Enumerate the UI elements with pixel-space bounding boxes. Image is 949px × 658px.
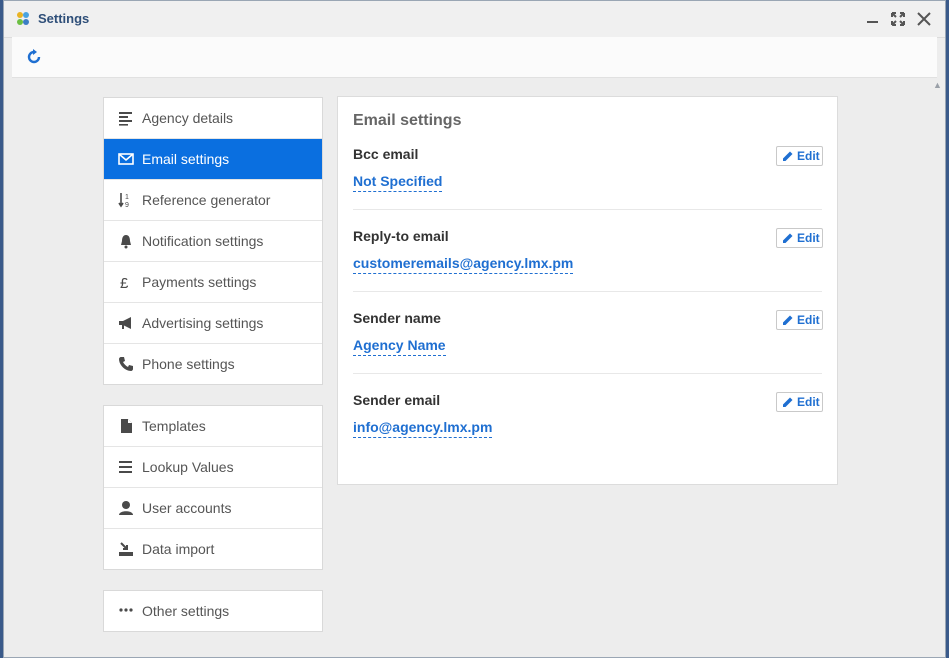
menu-item-label: User accounts (142, 500, 232, 516)
edit-label: Edit (797, 395, 820, 409)
menu-item-advertising-settings[interactable]: Advertising settings (104, 303, 322, 344)
menu-item-templates[interactable]: Templates (104, 406, 322, 447)
field-value[interactable]: Not Specified (353, 173, 443, 192)
menu-item-label: Reference generator (142, 192, 271, 208)
toolbar (12, 37, 937, 78)
pound-icon: £ (120, 275, 129, 290)
svg-text:9: 9 (125, 202, 129, 208)
maximize-button[interactable] (888, 9, 908, 29)
scroll-up-arrow[interactable]: ▲ (933, 81, 942, 90)
import-icon (119, 542, 133, 556)
edit-label: Edit (797, 231, 820, 245)
field-sender-name: Sender name Agency Name Edit (353, 310, 823, 392)
field-value[interactable]: customeremails@agency.lmx.pm (353, 255, 574, 274)
pencil-icon (783, 397, 793, 407)
app-logo-icon (17, 12, 29, 25)
title-bar: Settings (4, 1, 945, 38)
phone-icon (119, 357, 133, 371)
menu-item-notification-settings[interactable]: Notification settings (104, 221, 322, 262)
menu-group-other: Other settings (103, 590, 323, 632)
menu-item-agency-details[interactable]: Agency details (104, 98, 322, 139)
svg-text:1: 1 (125, 194, 129, 201)
user-icon (119, 501, 133, 515)
edit-reply-to-email-button[interactable]: Edit (776, 228, 823, 248)
pencil-icon (783, 151, 793, 161)
divider (353, 291, 822, 292)
menu-item-lookup-values[interactable]: Lookup Values (104, 447, 322, 488)
field-label: Sender name (353, 310, 441, 326)
panel-title: Email settings (353, 112, 462, 129)
menu-group-data: Templates Lookup Values User accounts Da… (103, 405, 323, 570)
menu-item-label: Lookup Values (142, 459, 234, 475)
field-bcc-email: Bcc email Not Specified Edit (353, 146, 823, 228)
pencil-icon (783, 233, 793, 243)
close-icon (917, 12, 931, 26)
align-left-icon (119, 112, 132, 126)
menu-item-other-settings[interactable]: Other settings (104, 591, 322, 631)
envelope-icon (118, 153, 134, 165)
edit-label: Edit (797, 149, 820, 163)
field-sender-email: Sender email info@agency.lmx.pm Edit (353, 392, 823, 474)
field-label: Sender email (353, 392, 441, 408)
minimize-icon (867, 21, 878, 23)
edit-sender-name-button[interactable]: Edit (776, 310, 823, 330)
field-value[interactable]: Agency Name (353, 337, 446, 356)
edit-label: Edit (797, 313, 820, 327)
field-value[interactable]: info@agency.lmx.pm (353, 419, 493, 438)
ellipsis-icon (119, 608, 133, 612)
email-settings-panel: Email settings Bcc email Not Specified E… (337, 96, 838, 485)
menu-item-label: Advertising settings (142, 315, 264, 331)
menu-item-user-accounts[interactable]: User accounts (104, 488, 322, 529)
menu-item-label: Agency details (142, 110, 234, 126)
window-title: Settings (38, 11, 90, 26)
edit-sender-email-button[interactable]: Edit (776, 392, 823, 412)
pencil-icon (783, 315, 793, 325)
menu-item-payments-settings[interactable]: £ Payments settings (104, 262, 322, 303)
bell-icon (121, 235, 131, 249)
megaphone-icon (119, 317, 131, 329)
menu-item-reference-generator[interactable]: 19 Reference generator (104, 180, 322, 221)
menu-item-label: Notification settings (142, 233, 264, 249)
menu-item-data-import[interactable]: Data import (104, 529, 322, 569)
field-label: Reply-to email (353, 228, 449, 244)
close-button[interactable] (914, 9, 934, 29)
menu-item-label: Payments settings (142, 274, 257, 290)
sort-numeric-icon: 19 (118, 193, 129, 208)
menu-item-label: Other settings (142, 603, 230, 619)
menu-item-label: Email settings (142, 151, 230, 167)
menu-item-email-settings[interactable]: Email settings (104, 139, 322, 180)
menu-item-label: Data import (142, 541, 215, 557)
edit-bcc-email-button[interactable]: Edit (776, 146, 823, 166)
field-reply-to-email: Reply-to email customeremails@agency.lmx… (353, 228, 823, 310)
svg-text:£: £ (120, 275, 129, 290)
menu-item-phone-settings[interactable]: Phone settings (104, 344, 322, 384)
divider (353, 373, 822, 374)
menu-item-label: Phone settings (142, 356, 235, 372)
expand-icon (891, 12, 905, 26)
minimize-button[interactable] (863, 9, 883, 29)
field-label: Bcc email (353, 146, 419, 162)
refresh-icon[interactable] (25, 48, 43, 66)
file-icon (121, 419, 132, 433)
list-icon (119, 461, 132, 473)
divider (353, 209, 822, 210)
menu-item-label: Templates (142, 418, 206, 434)
menu-group-main: Agency details Email settings 19 Referen… (103, 97, 323, 385)
